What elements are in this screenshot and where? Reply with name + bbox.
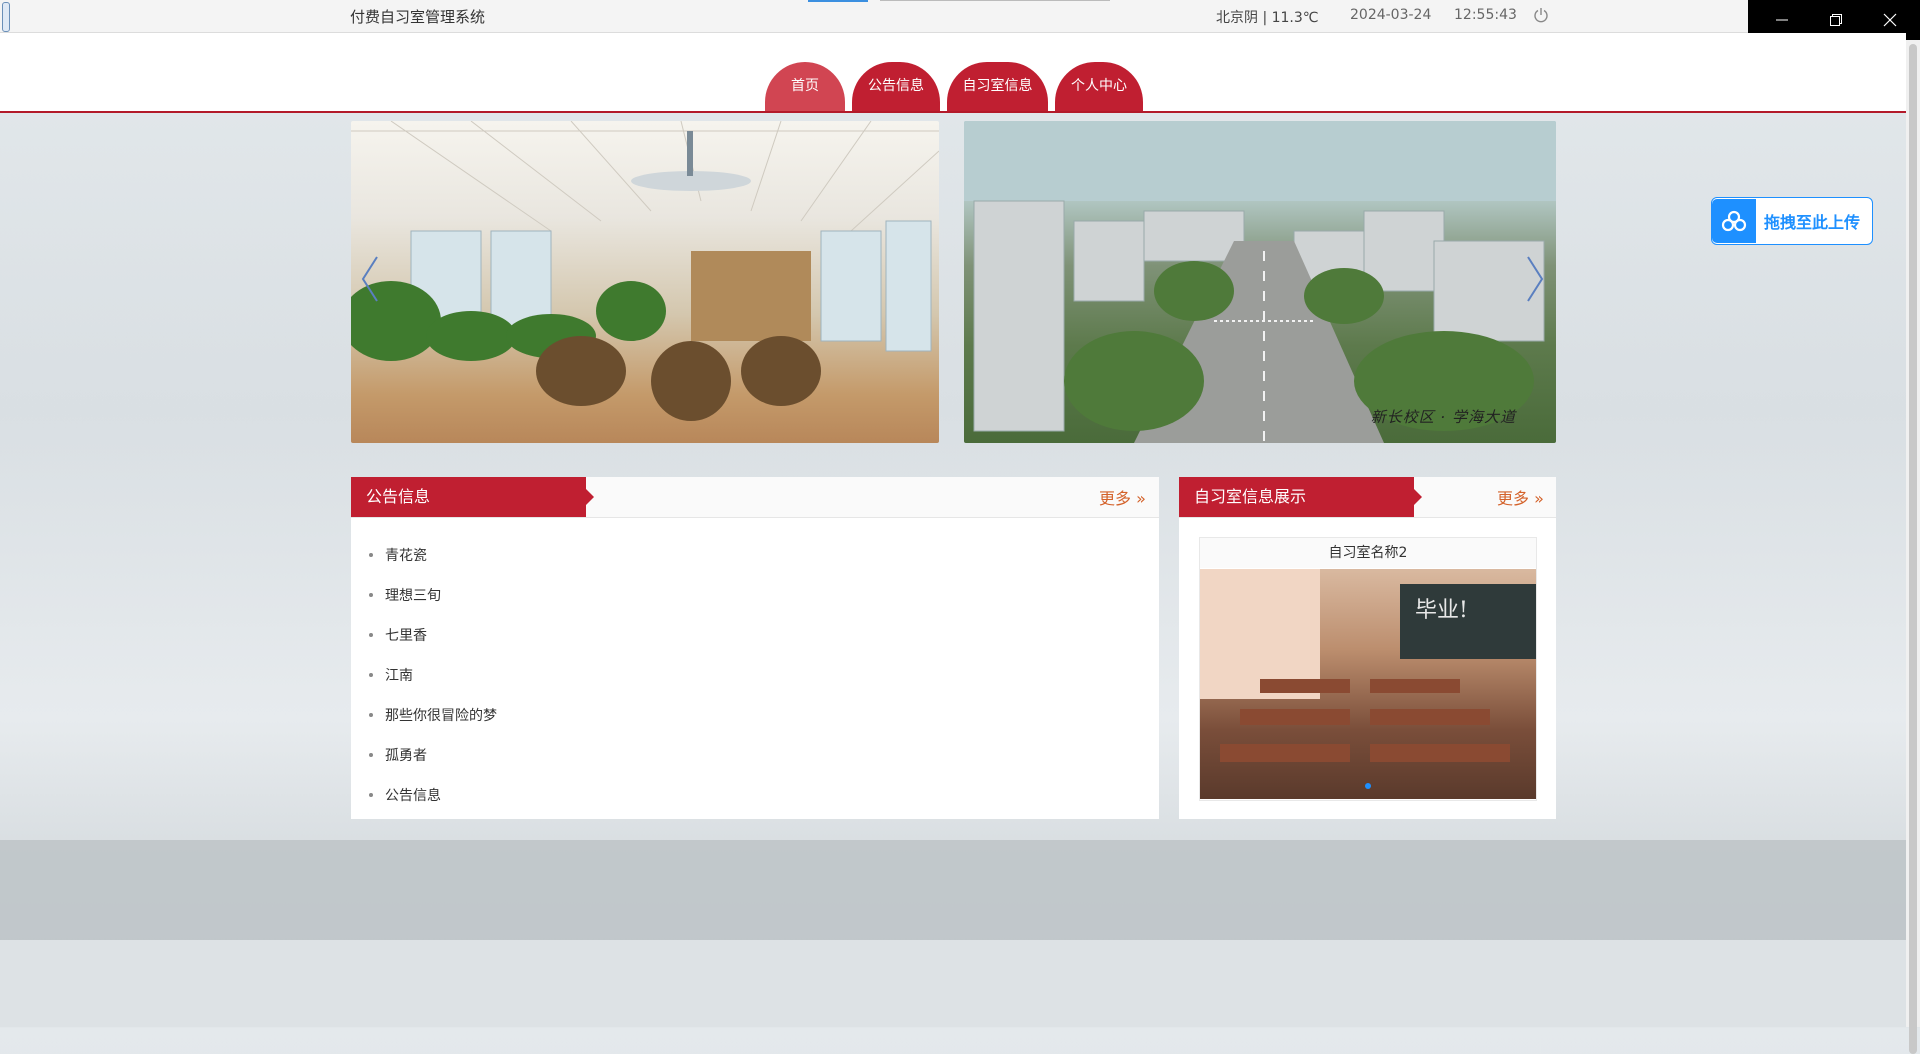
double-chevron-right-icon: » [1131,489,1146,508]
prev-slide-icon[interactable] [359,255,381,303]
room-more-label: 更多 [1497,489,1530,508]
page-scrollbar[interactable] [1906,40,1920,1054]
notice-item-text: 孤勇者 [385,748,427,764]
board-text: 毕业! [1415,598,1468,623]
carousel-slide-campus: 新长校区 · 学海大道 [964,121,1556,443]
list-item[interactable]: 理想三旬 [369,575,497,615]
notice-item-text: 七里香 [385,628,427,644]
notice-more-label: 更多 [1099,489,1132,508]
notice-panel: 公告信息 更多 » 青花瓷 理想三旬 七里香 江南 那些你很冒险的梦 孤勇者 公… [351,477,1159,819]
bullet-icon [369,793,373,797]
room-name: 自习室名称2 [1200,538,1536,568]
notice-more-link[interactable]: 更多 » [1099,485,1146,509]
app-title: 付费自习室管理系统 [350,8,486,26]
list-item[interactable]: 七里香 [369,615,497,655]
room-more-link[interactable]: 更多 » [1497,485,1544,509]
notice-item-text: 江南 [385,668,413,684]
minimize-button[interactable] [1770,8,1794,32]
footer-band [0,840,1906,940]
date-readout: 2024-03-24 [1350,7,1432,23]
notice-item-text: 公告信息 [385,788,441,804]
top-bar: 付费自习室管理系统 北京阴 | 11.3℃ 2024-03-24 12:55:4… [0,0,1748,33]
list-item[interactable]: 那些你很冒险的梦 [369,695,497,735]
list-item[interactable]: 青花瓷 [369,535,497,575]
room-panel-header: 自习室信息展示 更多 » [1179,477,1556,518]
nav-tab-home[interactable]: 首页 [765,62,845,111]
restore-button[interactable] [1824,8,1848,32]
nav-tab-rooms[interactable]: 自习室信息 [947,62,1048,111]
list-item[interactable]: 江南 [369,655,497,695]
upload-label: 拖拽至此上传 [1764,213,1861,232]
carousel-slide-sunroom [351,121,939,443]
power-icon[interactable] [1533,7,1549,23]
bullet-icon [369,593,373,597]
notice-panel-header: 公告信息 更多 » [351,477,1159,518]
room-card[interactable]: 自习室名称2 毕业! [1199,537,1537,801]
slide-caption: 新长校区 · 学海大道 [1370,408,1516,426]
scrollbar-thumb[interactable] [1909,44,1917,1054]
weather-readout: 北京阴 | 11.3℃ [1216,10,1319,26]
cloud-upload-icon [1712,199,1756,243]
upload-drop-widget[interactable]: 拖拽至此上传 [1711,197,1873,245]
main-nav: 首页 公告信息 自习室信息 个人中心 [0,62,1906,111]
notice-panel-title: 公告信息 [351,477,594,517]
list-item[interactable]: 孤勇者 [369,735,497,775]
notice-list: 青花瓷 理想三旬 七里香 江南 那些你很冒险的梦 孤勇者 公告信息 [369,535,497,815]
next-slide-icon[interactable] [1524,255,1546,303]
bullet-icon [369,713,373,717]
restore-icon [1830,14,1842,26]
room-panel-title: 自习室信息展示 [1179,477,1422,517]
window-grip[interactable] [2,2,10,32]
tab-indicator [808,0,868,2]
footer-bottom [0,940,1906,1027]
minimize-icon [1776,19,1788,21]
sunroom-illustration [351,121,939,421]
notice-item-text: 理想三旬 [385,588,441,604]
nav-tab-profile[interactable]: 个人中心 [1055,62,1143,111]
close-button[interactable] [1878,8,1902,32]
tab-divider [880,0,1110,1]
classroom-photo: 毕业! [1200,569,1536,799]
notice-item-text: 青花瓷 [385,548,427,564]
bullet-icon [369,753,373,757]
double-chevron-right-icon: » [1529,489,1544,508]
classroom-illustration: 毕业! [1200,569,1536,789]
close-icon [1883,13,1897,27]
time-readout: 12:55:43 [1454,7,1517,23]
bullet-icon [369,673,373,677]
room-panel: 自习室信息展示 更多 » 自习室名称2 毕业! [1179,477,1556,819]
bullet-icon [369,553,373,557]
campus-aerial-photo [964,121,1556,443]
notice-item-text: 那些你很冒险的梦 [385,708,497,724]
nav-tab-notices[interactable]: 公告信息 [852,62,940,111]
bullet-icon [369,633,373,637]
list-item[interactable]: 公告信息 [369,775,497,815]
